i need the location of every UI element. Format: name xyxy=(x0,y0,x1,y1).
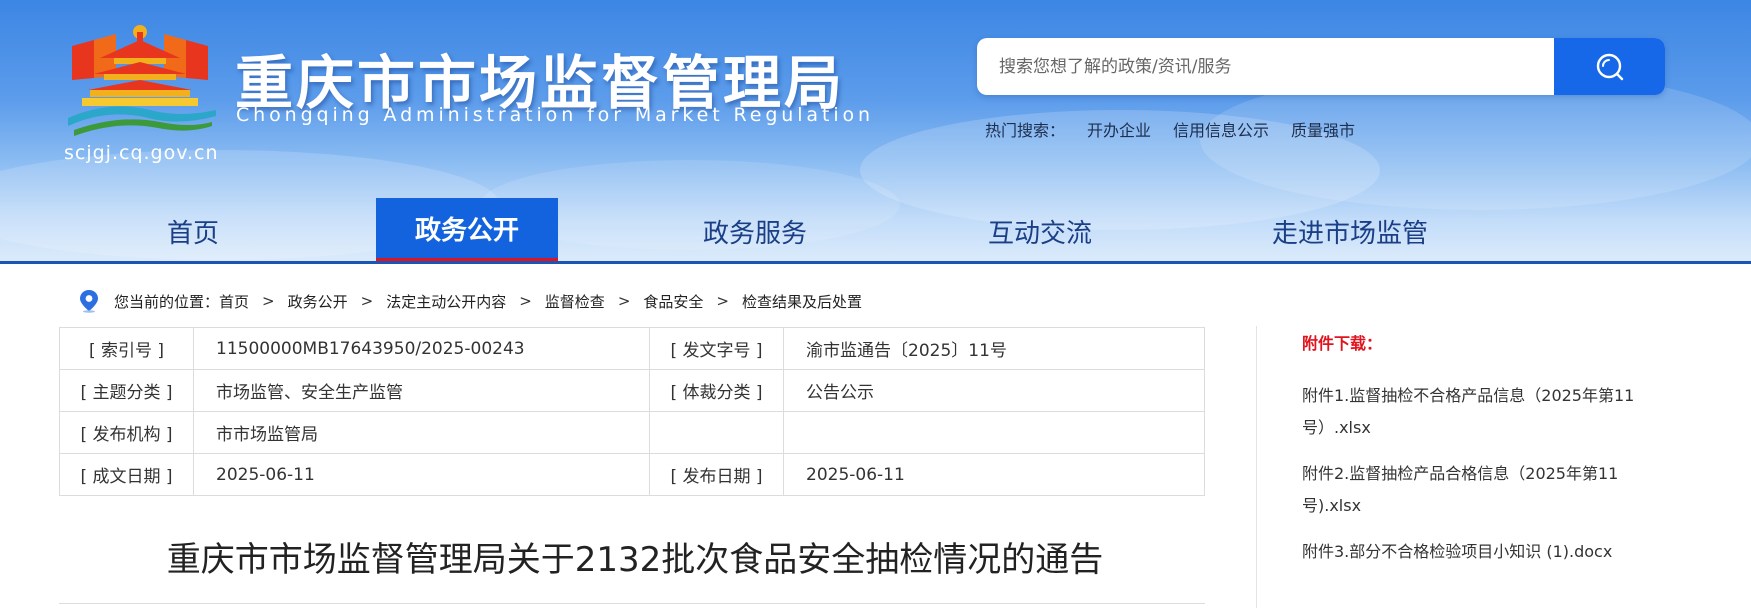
search-input[interactable] xyxy=(999,38,1519,95)
attachment-link[interactable]: 附件2.监督抽检产品合格信息（2025年第11号).xlsx xyxy=(1302,458,1642,522)
search-box xyxy=(977,38,1665,95)
breadcrumb-prefix: 您当前的位置： xyxy=(114,292,220,311)
meta-key: [ 发文字号 ] xyxy=(649,327,784,370)
meta-value: 市市场监管局 xyxy=(193,411,650,454)
meta-key: [ 主题分类 ] xyxy=(59,369,194,412)
meta-key xyxy=(649,411,784,454)
attachments-title: 附件下载： xyxy=(1302,334,1383,353)
document-title: 重庆市市场监督管理局关于2132批次食品安全抽检情况的通告 xyxy=(166,540,1104,580)
meta-value: 市场监管、安全生产监管 xyxy=(193,369,650,412)
breadcrumb-item[interactable]: 政务公开 xyxy=(288,291,348,312)
meta-value: 渝市监通告〔2025〕11号 xyxy=(783,327,1205,370)
nav-item-services[interactable]: 政务服务 xyxy=(680,198,830,264)
hot-search-link[interactable]: 质量强市 xyxy=(1291,117,1355,141)
meta-key: [ 索引号 ] xyxy=(59,327,194,370)
breadcrumb-separator: > xyxy=(360,292,374,310)
nav-item-about[interactable]: 走进市场监管 xyxy=(1255,198,1445,264)
meta-key: [ 成文日期 ] xyxy=(59,453,194,496)
title-divider xyxy=(59,603,1205,604)
breadcrumb-item[interactable]: 检查结果及后处置 xyxy=(742,291,862,312)
breadcrumb-item[interactable]: 首页 xyxy=(219,291,249,312)
site-domain: scjgj.cq.gov.cn xyxy=(64,142,219,164)
hot-search: 热门搜索： 开办企业 信用信息公示 质量强市 xyxy=(985,117,1355,141)
breadcrumb-separator: > xyxy=(519,292,532,310)
meta-key: [ 发布机构 ] xyxy=(59,411,194,454)
location-pin-icon xyxy=(80,290,98,313)
meta-key: [ 体裁分类 ] xyxy=(649,369,784,412)
table-row: [ 成文日期 ] 2025-06-11 [ 发布日期 ] 2025-06-11 xyxy=(59,453,1205,496)
breadcrumb-separator: > xyxy=(716,292,729,310)
nav-item-interaction[interactable]: 互动交流 xyxy=(965,198,1115,264)
nav-item-government-affairs[interactable]: 政务公开 xyxy=(376,198,558,264)
search-button[interactable] xyxy=(1554,38,1665,95)
nav-item-home[interactable]: 首页 xyxy=(128,198,258,264)
meta-value: 11500000MB17643950/2025-00243 xyxy=(193,327,650,370)
attachment-link[interactable]: 附件3.部分不合格检验项目小知识 (1).docx xyxy=(1302,536,1642,568)
breadcrumb-item[interactable]: 监督检查 xyxy=(545,291,605,312)
hot-search-label: 热门搜索： xyxy=(985,121,1066,140)
breadcrumb-item[interactable]: 法定主动公开内容 xyxy=(386,291,506,312)
document-meta-table: [ 索引号 ] 11500000MB17643950/2025-00243 [ … xyxy=(59,327,1205,496)
table-row: [ 索引号 ] 11500000MB17643950/2025-00243 [ … xyxy=(59,327,1205,370)
attachment-list: 附件1.监督抽检不合格产品信息（2025年第11号）.xlsx 附件2.监督抽检… xyxy=(1302,380,1642,568)
breadcrumb-separator: > xyxy=(262,292,275,310)
table-row: [ 主题分类 ] 市场监管、安全生产监管 [ 体裁分类 ] 公告公示 xyxy=(59,369,1205,412)
sidebar-divider xyxy=(1256,326,1257,608)
meta-value xyxy=(783,411,1205,454)
meta-value: 2025-06-11 xyxy=(193,453,650,496)
attachments-panel: 附件下载： 附件1.监督抽检不合格产品信息（2025年第11号）.xlsx 附件… xyxy=(1302,330,1642,582)
meta-value: 公告公示 xyxy=(783,369,1205,412)
nav-divider xyxy=(0,261,1751,264)
search-icon xyxy=(1596,53,1623,80)
site-subtitle: Chongqing Administration for Market Regu… xyxy=(236,104,874,126)
emblem-logo[interactable] xyxy=(60,18,220,143)
hot-search-link[interactable]: 开办企业 xyxy=(1087,117,1151,141)
breadcrumb-item[interactable]: 食品安全 xyxy=(643,291,703,312)
attachment-link[interactable]: 附件1.监督抽检不合格产品信息（2025年第11号）.xlsx xyxy=(1302,380,1642,444)
meta-value: 2025-06-11 xyxy=(783,453,1205,496)
main-nav: 首页 政务公开 政务服务 互动交流 走进市场监管 xyxy=(0,198,1751,264)
hot-search-link[interactable]: 信用信息公示 xyxy=(1173,117,1269,141)
breadcrumb: 您当前的位置： 首页 > 政务公开 > 法定主动公开内容 > 监督检查 > 食品… xyxy=(78,289,862,313)
table-row: [ 发布机构 ] 市市场监管局 xyxy=(59,411,1205,454)
breadcrumb-separator: > xyxy=(617,292,631,310)
meta-key: [ 发布日期 ] xyxy=(649,453,784,496)
